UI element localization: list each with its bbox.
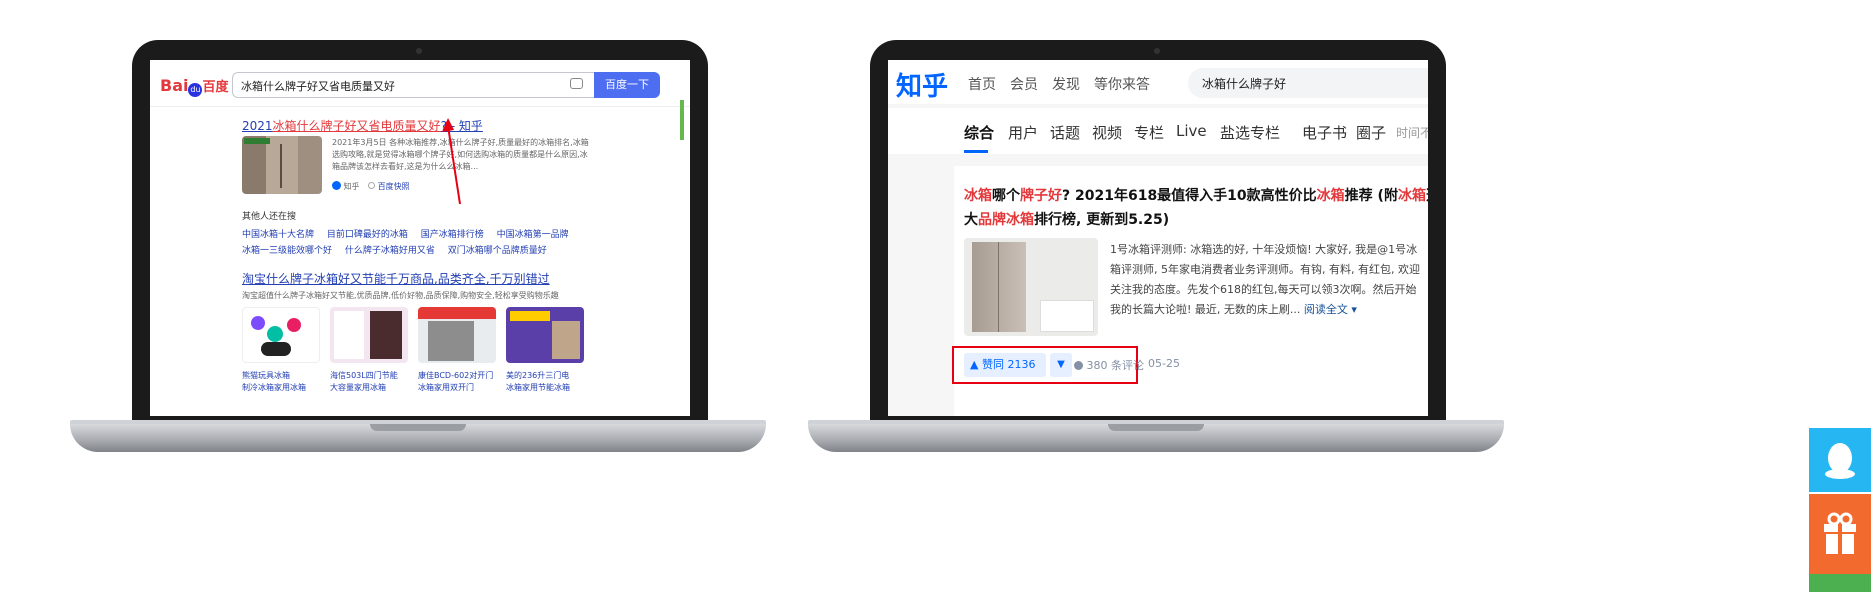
answer-thumbnail[interactable] [964,238,1098,336]
scroll-indicator[interactable] [680,100,684,140]
product-caption[interactable]: 海信503L四门节能 大容量家用冰箱 [330,370,410,394]
answer-title-line-1: 冰箱哪个牌子好? 2021年618最值得入手10款高性价比冰箱推荐 (附冰箱选购… [964,184,1428,208]
related-link[interactable]: 目前口碑最好的冰箱 [327,230,408,240]
answer-date: 05-25 [1148,357,1180,370]
camera-icon[interactable] [570,78,583,89]
title-segment: 哪个 [992,188,1020,204]
result-title-highlight: 冰箱什么牌子好又省电质量又好 [272,119,441,133]
answer-title[interactable]: 冰箱哪个牌子好? 2021年618最值得入手10款高性价比冰箱推荐 (附冰箱选购… [964,184,1428,232]
tab-columns[interactable]: 专栏 [1134,122,1164,143]
nav-answer[interactable]: 等你来答 [1094,74,1150,94]
title-segment: 排行榜, 更新到5.25) [1034,212,1170,228]
title-segment: 选购终极指南、十 [1426,188,1428,204]
webcam [416,48,422,54]
related-link[interactable]: 双门冰箱哪个品牌质量好 [448,246,547,256]
paw-icon: du [188,83,203,97]
tab-videos[interactable]: 视频 [1092,122,1122,143]
nav-home[interactable]: 首页 [968,74,996,94]
zhihu-screen: 知乎 首页 会员 发现 等你来答 冰箱什么牌子好 综合 用户 话题 视频 专栏 … [888,60,1428,416]
downvote-button[interactable]: ▼ [1050,353,1072,377]
logo-text-cn: 百度 [202,80,229,95]
search-input[interactable]: 冰箱什么牌子好又省电质量又好 [232,72,594,98]
title-segment: 品牌冰箱 [978,212,1034,228]
search-input[interactable]: 冰箱什么牌子好 [1188,68,1428,98]
comment-icon [1074,361,1083,370]
result-thumbnail[interactable] [242,136,322,194]
tab-salt[interactable]: 盐选专栏 [1220,122,1280,143]
title-segment: 推荐 (附 [1344,188,1398,204]
search-input-value: 冰箱什么牌子好又省电质量又好 [241,80,395,93]
search-button[interactable]: 百度一下 [594,72,660,98]
chevron-down-icon: ▾ [1351,303,1357,316]
zhihu-source-icon [332,181,341,190]
snapshot-link[interactable]: 百度快照 [378,182,410,191]
downvote-icon: ▼ [1057,359,1065,370]
upvote-icon: ▲ [970,358,979,371]
tab-time-filter[interactable]: 时间不限 [1396,124,1428,141]
title-segment: 冰箱 [964,188,992,204]
related-link[interactable]: 冰箱一三级能效哪个好 [242,246,332,256]
baidu-logo[interactable]: Bai du 百度 [160,76,229,97]
result-title-prefix: 2021 [242,119,273,133]
title-segment: ? 2021年618最值得入手10款高性价比 [1062,188,1317,204]
annotation-arrow [442,118,461,205]
related-link[interactable]: 国产冰箱排行榜 [421,230,484,240]
tab-users[interactable]: 用户 [1008,122,1038,143]
title-segment: 牌子好 [1020,188,1062,204]
product-caption[interactable]: 美的236升三门电 冰箱家用节能冰箱 [506,370,586,394]
product-caption[interactable]: 熊猫玩具冰箱 制冷冰箱家用冰箱 [242,370,322,394]
qq-float-button[interactable] [1809,428,1871,492]
source-name: 知乎 [343,182,360,191]
tab-live[interactable]: Live [1176,122,1207,140]
product-image[interactable] [242,307,320,363]
related-row-2: 冰箱一三级能效哪个好 什么牌子冰箱好用又省 双门冰箱哪个品牌质量好 [242,243,547,256]
product-caption[interactable]: 康佳BCD-602对开门 冰箱家用双开门 [418,370,498,394]
active-tab-indicator [964,150,988,153]
laptop-notch [370,424,466,431]
ad-result-snippet: 淘宝超值什么牌子冰箱好又节能,优质品牌,低价好物,品质保障,购物安全,轻松享受购… [242,291,559,300]
title-segment: 冰箱 [1316,188,1345,204]
related-row-1: 中国冰箱十大名牌 目前口碑最好的冰箱 国产冰箱排行榜 中国冰箱第一品牌 [242,227,569,240]
nav-vip[interactable]: 会员 [1010,74,1038,94]
related-heading: 其他人还在搜 [242,212,297,222]
product-image[interactable] [506,307,584,363]
comments-button[interactable]: 380 条评论 [1074,357,1144,373]
ad-result-title[interactable]: 淘宝什么牌子冰箱好又节能千万商品,品类齐全,千万别错过 [242,270,550,287]
zhihu-logo[interactable]: 知乎 [896,66,948,103]
webcam [1154,48,1160,54]
product-image[interactable] [418,307,496,363]
related-link[interactable]: 中国冰箱十大名牌 [242,230,314,240]
tab-all[interactable]: 综合 [964,122,994,143]
laptop-right: 知乎 首页 会员 发现 等你来答 冰箱什么牌子好 综合 用户 话题 视频 专栏 … [808,40,1504,460]
qq-icon [1825,443,1855,479]
green-float-button[interactable] [1809,574,1871,592]
gift-float-button[interactable] [1809,494,1871,574]
result-source: 知乎 百度快照 [332,181,410,192]
clock-icon [368,182,376,189]
tab-topics[interactable]: 话题 [1050,122,1080,143]
laptop-left: Bai du 百度 冰箱什么牌子好又省电质量又好 百度一下 2021冰箱什么牌子好又… [70,40,766,460]
read-more-link[interactable]: 阅读全文 [1304,303,1348,316]
logo-text-bai: Bai [160,76,189,95]
header-divider [150,106,690,107]
gift-icon [1824,512,1856,554]
tab-circles[interactable]: 圈子 [1356,122,1386,143]
answer-excerpt[interactable]: 1号冰箱评测师: 冰箱选的好, 十年没烦恼! 大家好, 我是@1号冰箱评测师, … [1110,240,1420,324]
related-link[interactable]: 什么牌子冰箱好用又省 [345,246,435,256]
related-link[interactable]: 中国冰箱第一品牌 [497,230,569,240]
nav-explore[interactable]: 发现 [1052,74,1080,94]
laptop-notch [1108,424,1204,431]
baidu-screen: Bai du 百度 冰箱什么牌子好又省电质量又好 百度一下 2021冰箱什么牌子好又… [150,60,690,416]
upvote-button[interactable]: ▲ 赞同 2136 [964,353,1046,377]
answer-title-line-2: 大品牌冰箱排行榜, 更新到5.25) [964,208,1428,232]
tab-ebooks[interactable]: 电子书 [1302,122,1347,143]
title-segment: 大 [964,212,978,228]
product-image[interactable] [330,307,408,363]
title-segment: 冰箱 [1397,188,1426,204]
